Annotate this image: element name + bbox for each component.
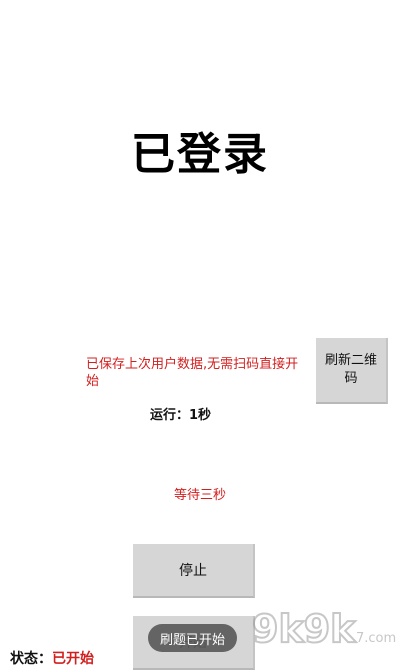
stop-button[interactable]: 停止 <box>133 544 255 598</box>
saved-data-message: 已保存上次用户数据,无需扫码直接开始 <box>86 357 299 389</box>
refresh-qr-button[interactable]: 刷新二维码 <box>316 338 388 404</box>
run-time-label: 运行：1秒 <box>150 408 212 423</box>
status-value: 已开始 <box>52 651 94 667</box>
page-title: 已登录 <box>131 129 269 180</box>
status-row: 状态：已开始 <box>10 648 94 668</box>
status-label: 状态： <box>10 651 52 667</box>
watermark-logo: 9k9k 7.com <box>251 606 396 652</box>
toast-message: 刷题已开始 <box>148 624 238 652</box>
watermark-suffix: 7.com <box>356 631 396 646</box>
watermark-text: 9k9k <box>252 607 356 651</box>
wait-message: 等待三秒 <box>173 488 226 503</box>
